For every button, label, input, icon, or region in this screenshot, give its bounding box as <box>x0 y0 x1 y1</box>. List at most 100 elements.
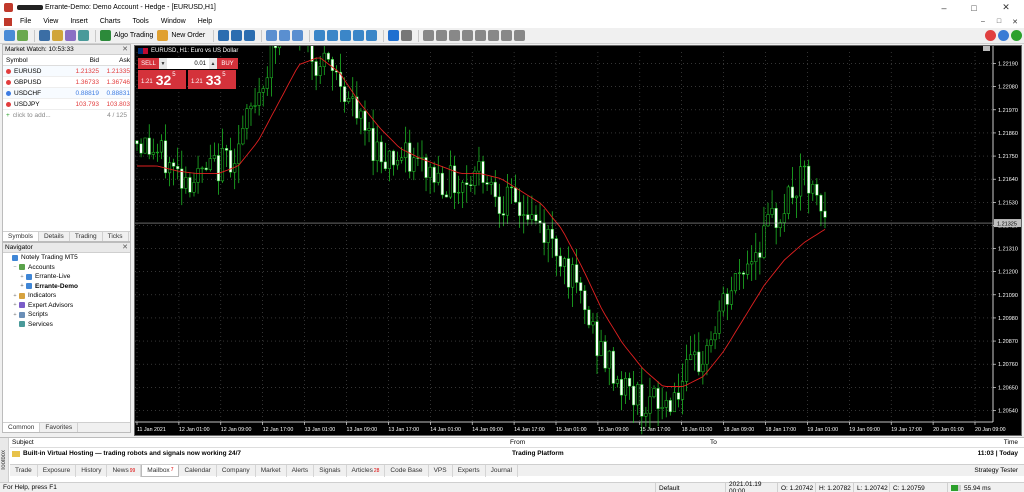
periods-icon[interactable] <box>353 30 365 41</box>
arrows-icon[interactable] <box>514 30 526 41</box>
chart-window[interactable]: 1.22190 1.22080 1.21970 1.21860 1.21750 1.216… <box>134 45 1022 436</box>
toolbox-tab[interactable]: VPS <box>429 464 453 477</box>
mdi-close-button[interactable]: ✕ <box>1008 15 1022 28</box>
menu-view[interactable]: View <box>37 18 64 25</box>
close-button[interactable]: ✕ <box>992 0 1020 15</box>
buy-button[interactable]: BUY <box>217 58 238 69</box>
market-watch-icon[interactable] <box>39 30 50 41</box>
col-subject[interactable]: Subject <box>10 439 510 446</box>
toolbox-tab[interactable]: Journal <box>486 464 518 477</box>
zoom-in-icon[interactable] <box>266 30 278 41</box>
new-order-button[interactable]: New Order <box>157 30 205 41</box>
tab-details[interactable]: Details <box>39 232 70 241</box>
market-watch-row[interactable]: GBPUSD 1.36733 1.36746 <box>3 77 130 88</box>
toolbox-tab[interactable]: Articles 28 <box>347 464 386 477</box>
toolbox-tab[interactable]: Mailbox 7 <box>141 464 180 477</box>
expand-icon[interactable]: + <box>12 302 18 308</box>
bar-chart-icon[interactable] <box>218 30 230 41</box>
toolbox-tab[interactable]: Exposure <box>38 464 77 477</box>
account-icon[interactable] <box>1011 30 1022 41</box>
market-watch-row[interactable]: USDJPY 103.793 103.803 <box>3 99 130 110</box>
tab-trading[interactable]: Trading <box>70 232 103 241</box>
col-from[interactable]: From <box>510 439 710 446</box>
tab-ticks[interactable]: Ticks <box>103 232 129 241</box>
candlestick-icon[interactable] <box>231 30 243 41</box>
cursor-icon[interactable] <box>388 30 400 41</box>
navigator-item[interactable]: + Scripts <box>3 310 130 320</box>
new-chart-icon[interactable] <box>4 30 15 41</box>
zoom-out-icon[interactable] <box>279 30 291 41</box>
tab-symbols[interactable]: Symbols <box>3 232 39 241</box>
market-watch-row[interactable]: EURUSD 1.21325 1.21335 <box>3 66 130 77</box>
menu-file[interactable]: File <box>14 18 37 25</box>
navigator-item[interactable]: + Expert Advisors <box>3 301 130 311</box>
sell-button[interactable]: SELL <box>138 58 159 69</box>
toolbox-tab[interactable]: History <box>76 464 108 477</box>
text-icon[interactable] <box>501 30 513 41</box>
menu-window[interactable]: Window <box>155 18 192 25</box>
expand-icon[interactable]: + <box>12 312 18 318</box>
expand-icon[interactable]: + <box>19 283 25 289</box>
navigator-item[interactable]: − Accounts <box>3 263 130 273</box>
menu-charts[interactable]: Charts <box>94 18 127 25</box>
connection-status[interactable]: 55.94 ms <box>947 483 1024 492</box>
tile-windows-icon[interactable] <box>292 30 304 41</box>
mdi-minimize-button[interactable]: – <box>976 15 990 28</box>
volume-dropdown-icon[interactable]: ▼ <box>159 58 167 69</box>
minimize-button[interactable]: – <box>930 0 958 15</box>
chart-shift-icon[interactable] <box>314 30 326 41</box>
expand-icon[interactable]: + <box>19 274 25 280</box>
signals-icon[interactable] <box>985 30 996 41</box>
menu-help[interactable]: Help <box>192 18 218 25</box>
templates-icon[interactable] <box>366 30 378 41</box>
tab-favorites[interactable]: Favorites <box>40 423 79 432</box>
data-window-icon[interactable] <box>65 30 76 41</box>
buy-price-button[interactable]: 1.21 33 5 <box>188 70 236 89</box>
algo-trading-button[interactable]: Algo Trading <box>100 30 153 41</box>
menu-tools[interactable]: Tools <box>126 18 154 25</box>
toolbox-tab[interactable]: Trade <box>10 464 38 477</box>
navigator-item[interactable]: Notely Trading MT5 <box>3 253 130 263</box>
sell-price-button[interactable]: 1.21 32 5 <box>138 70 186 89</box>
profiles-icon[interactable] <box>17 30 28 41</box>
indicators-icon[interactable] <box>340 30 352 41</box>
maximize-button[interactable]: □ <box>960 0 988 15</box>
crosshair-icon[interactable] <box>401 30 413 41</box>
search-icon[interactable] <box>998 30 1009 41</box>
strategy-tester-button[interactable]: Strategy Tester <box>974 467 1018 474</box>
toolbox-icon[interactable] <box>78 30 89 41</box>
toolbox-tab[interactable]: Calendar <box>179 464 217 477</box>
candlestick-chart[interactable]: 1.22190 1.22080 1.21970 1.21860 1.21750 1.216… <box>135 46 1022 436</box>
toolbox-side-label[interactable]: Toolbox <box>0 438 9 483</box>
navigator-icon[interactable] <box>52 30 63 41</box>
volume-stepper-icon[interactable]: ▲ <box>209 58 217 69</box>
tab-common[interactable]: Common <box>3 423 41 432</box>
toolbox-tab[interactable]: Signals <box>314 464 347 477</box>
toolbox-tab[interactable]: Code Base <box>385 464 429 477</box>
market-watch-row[interactable]: USDCHF 0.88819 0.88831 <box>3 88 130 99</box>
navigator-item[interactable]: + Errante-Demo <box>3 282 130 292</box>
col-time[interactable]: Time <box>1004 439 1018 446</box>
autoscroll-icon[interactable] <box>327 30 339 41</box>
menu-insert[interactable]: Insert <box>64 18 94 25</box>
toolbox-tab[interactable]: Company <box>217 464 256 477</box>
navigator-item[interactable]: Services <box>3 320 130 330</box>
volume-input[interactable]: 0.01 <box>167 58 209 69</box>
horizontal-line-icon[interactable] <box>436 30 448 41</box>
mail-row[interactable]: Built-in Virtual Hosting — trading robot… <box>10 448 1024 459</box>
toolbox-tab[interactable]: Alerts <box>287 464 315 477</box>
channel-icon[interactable] <box>462 30 474 41</box>
toolbox-tab[interactable]: News 99 <box>107 464 142 477</box>
trendline-icon[interactable] <box>449 30 461 41</box>
mdi-restore-button[interactable]: □ <box>992 15 1006 28</box>
col-to[interactable]: To <box>710 439 990 446</box>
navigator-item[interactable]: + Errante-Live <box>3 272 130 282</box>
line-chart-icon[interactable] <box>244 30 256 41</box>
click-to-add-row[interactable]: + click to add... 4 / 125 <box>3 110 130 121</box>
fibonacci-icon[interactable] <box>475 30 487 41</box>
toolbox-tab[interactable]: Experts <box>453 464 486 477</box>
vertical-line-icon[interactable] <box>423 30 435 41</box>
expand-icon[interactable]: + <box>12 293 18 299</box>
market-watch-close-icon[interactable]: ✕ <box>122 45 128 53</box>
navigator-close-icon[interactable]: ✕ <box>122 243 128 251</box>
